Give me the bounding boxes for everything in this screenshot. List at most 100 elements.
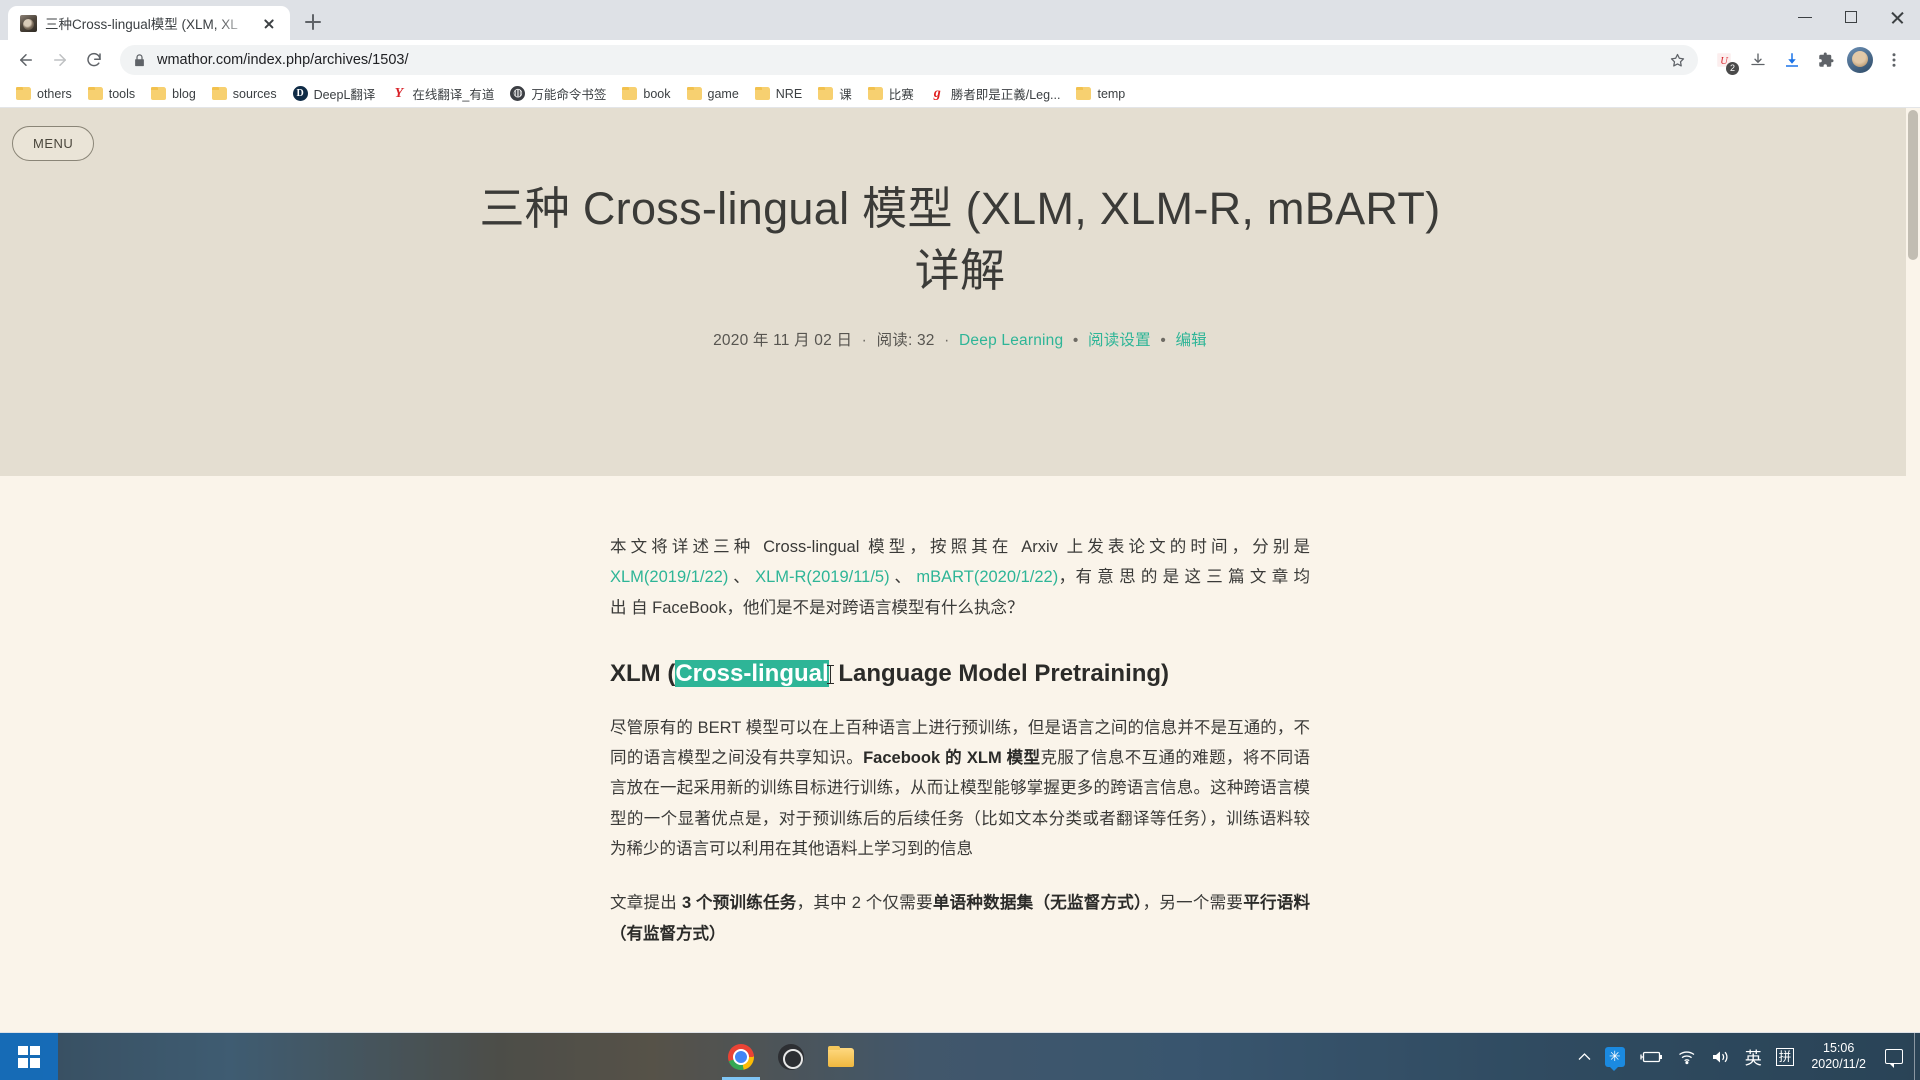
show-desktop-button[interactable] (1914, 1033, 1920, 1080)
post-meta: 2020 年 11 月 02 日 · 阅读: 32 · Deep Learnin… (0, 328, 1920, 350)
page-viewport: MENU 三种 Cross-lingual 模型 (XLM, XLM-R, mB… (0, 108, 1920, 1032)
clock-date: 2020/11/2 (1811, 1056, 1866, 1071)
bookmark-item[interactable]: g 勝者即是正義/Leg... (922, 82, 1069, 106)
show-hidden-icons-button[interactable] (1571, 1033, 1598, 1080)
p3-text-1: 文章提出 (610, 894, 682, 913)
url-text[interactable]: wmathor.com/index.php/archives/1503/ (157, 52, 1659, 68)
bookmark-item[interactable]: D DeepL翻译 (285, 82, 384, 106)
article-body: 本文将详述三种 Cross-lingual 模型，按照其在 Arxiv 上发表论… (610, 476, 1310, 949)
mbart-link[interactable]: mBART(2020/1/22) (916, 568, 1058, 586)
p3-bold-1: 3 个预训练任务 (681, 894, 797, 913)
system-tray: ✳ 英 拼 15:06 2020/11/2 (1571, 1033, 1920, 1080)
taskbar-app-chrome[interactable] (718, 1033, 764, 1080)
forward-button[interactable] (44, 44, 76, 76)
post-category-link[interactable]: Deep Learning (959, 332, 1063, 349)
text-selection-highlight: Cross-lingual (675, 660, 829, 688)
downloads-icon[interactable] (1776, 44, 1808, 76)
folder-icon (87, 87, 103, 100)
section-heading-xlm: XLM (Cross-lingual Language Model Pretra… (610, 657, 1310, 691)
p3-bold-2: 单语种数据集（无监督方式） (932, 894, 1143, 913)
bluetooth-icon[interactable]: ✳ (1598, 1033, 1632, 1080)
battery-icon[interactable] (1632, 1033, 1670, 1080)
menu-button[interactable]: MENU (12, 126, 95, 161)
bookmarks-bar: others tools blog sources D DeepL翻译 Y 在线翻译_有道 ◍ 万… (0, 80, 1920, 108)
bookmark-item[interactable]: NRE (747, 82, 810, 106)
bookmark-item[interactable]: ◍ 万能命令书签 (502, 82, 614, 106)
window-controls (1782, 0, 1920, 34)
start-button[interactable] (0, 1033, 58, 1080)
ime-mode-label: 拼 (1775, 1047, 1795, 1066)
extensions-puzzle-icon[interactable] (1810, 44, 1842, 76)
new-tab-button[interactable] (296, 5, 330, 39)
extension-translate-icon[interactable]: U 2 (1708, 44, 1740, 76)
windows-taskbar: ✳ 英 拼 15:06 2020/11/2 (0, 1033, 1920, 1080)
chrome-menu-icon[interactable] (1878, 44, 1910, 76)
bookmark-item[interactable]: 比赛 (860, 82, 922, 106)
intro-sep-1: 、 (728, 568, 756, 587)
bookmark-item[interactable]: Y 在线翻译_有道 (383, 82, 502, 106)
meta-separator-3: • (1072, 332, 1079, 350)
reading-settings-link[interactable]: 阅读设置 (1088, 332, 1151, 349)
bookmark-star-icon[interactable] (1669, 52, 1686, 69)
folder-icon (754, 87, 770, 100)
reload-button[interactable] (78, 44, 110, 76)
avatar[interactable] (1847, 47, 1873, 73)
xlmr-link[interactable]: XLM-R(2019/11/5) (755, 568, 890, 586)
intro-paragraph: 本文将详述三种 Cross-lingual 模型，按照其在 Arxiv 上发表论… (610, 532, 1310, 623)
bookmark-label: sources (232, 86, 277, 101)
bookmark-item[interactable]: book (614, 82, 678, 106)
bookmark-label: 比赛 (888, 88, 914, 102)
taskbar-app-obs[interactable] (768, 1033, 814, 1080)
close-window-button[interactable] (1874, 0, 1920, 34)
paragraph-tasks: 文章提出 3 个预训练任务，其中 2 个仅需要单语种数据集（无监督方式），另一个… (610, 888, 1310, 949)
taskbar-app-explorer[interactable] (818, 1033, 864, 1080)
extension-save-icon[interactable] (1742, 44, 1774, 76)
ime-language-indicator[interactable]: 英 (1738, 1033, 1769, 1080)
folder-icon (867, 87, 883, 100)
bookmark-item[interactable]: game (679, 82, 747, 106)
bluetooth-glyph: ✳ (1604, 1046, 1625, 1071)
bookmark-label: blog (172, 86, 196, 101)
folder-icon (818, 87, 834, 100)
edit-link[interactable]: 编辑 (1175, 332, 1206, 349)
windows-logo-icon (18, 1045, 40, 1068)
xlm-link[interactable]: XLM(2019/1/22) (610, 568, 728, 586)
back-button[interactable] (10, 44, 42, 76)
bookmark-item[interactable]: 课 (810, 82, 860, 106)
heading-text-after: Language Model Pretraining) (831, 660, 1170, 688)
action-center-button[interactable] (1878, 1033, 1914, 1080)
folder-icon (211, 87, 227, 100)
bookmark-item[interactable]: tools (80, 82, 143, 106)
folder-icon (151, 87, 167, 100)
bookmark-label: tools (108, 86, 136, 101)
bookmark-label: 勝者即是正義/Leg... (950, 88, 1061, 102)
taskbar-apps (718, 1033, 864, 1080)
bookmark-item[interactable]: sources (204, 82, 285, 106)
bookmark-label: 在线翻译_有道 (412, 88, 495, 102)
meta-separator-4: • (1160, 332, 1166, 350)
browser-tab[interactable]: 三种Cross-lingual模型 (XLM, XL (8, 6, 290, 40)
post-hero: MENU 三种 Cross-lingual 模型 (XLM, XLM-R, mB… (0, 108, 1920, 476)
bookmark-label: temp (1097, 86, 1126, 101)
scrollbar-thumb[interactable] (1908, 110, 1918, 260)
bookmark-item[interactable]: blog (143, 82, 204, 106)
intro-text-1: 本文将详述三种 Cross-lingual 模型，按照其在 Arxiv 上发表论… (610, 538, 1310, 556)
volume-icon[interactable] (1704, 1033, 1738, 1080)
address-bar[interactable]: wmathor.com/index.php/archives/1503/ (120, 45, 1698, 75)
heading-text-before: XLM ( (610, 660, 676, 688)
post-reads: 阅读: 32 (876, 332, 935, 350)
close-icon[interactable] (258, 12, 280, 34)
page-scrollbar[interactable] (1906, 108, 1920, 1032)
folder-icon (686, 87, 702, 100)
page-title: 三种 Cross-lingual 模型 (XLM, XLM-R, mBART) … (479, 183, 1441, 297)
text-cursor-icon (826, 665, 834, 685)
bookmark-item[interactable]: others (8, 82, 80, 106)
ime-mode-indicator[interactable]: 拼 (1769, 1033, 1802, 1080)
p3-text-3: ，另一个需要 (1142, 894, 1244, 913)
taskbar-clock[interactable]: 15:06 2020/11/2 (1801, 1041, 1878, 1072)
minimize-button[interactable] (1782, 0, 1828, 34)
bookmark-item[interactable]: temp (1068, 82, 1133, 106)
intro-sep-2: 、 (889, 568, 917, 587)
wifi-icon[interactable] (1670, 1033, 1704, 1080)
maximize-button[interactable] (1828, 0, 1874, 34)
